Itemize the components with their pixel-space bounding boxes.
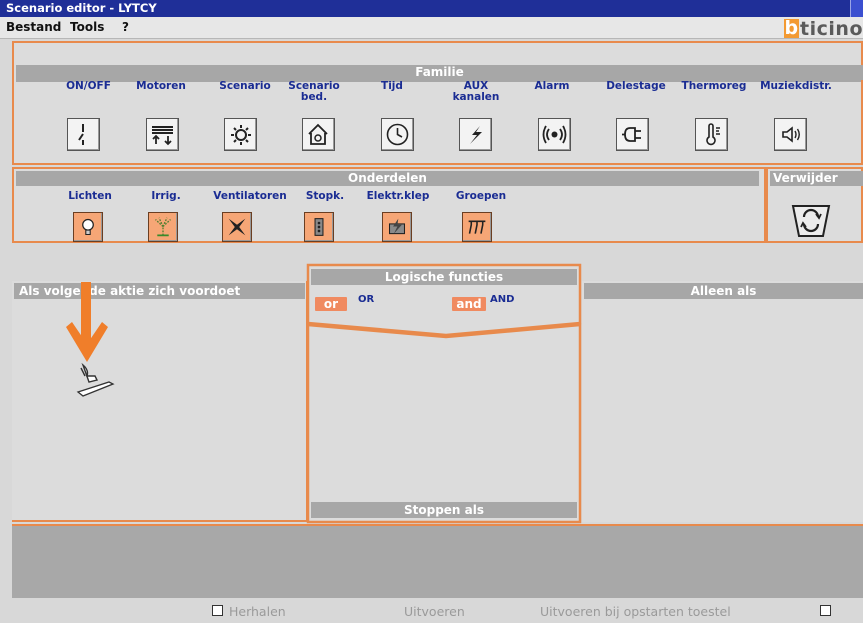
familie-label-alarm: Alarm bbox=[534, 80, 570, 92]
elektrklep-button[interactable] bbox=[382, 212, 412, 242]
trigger-header: Als volgende aktie zich voordoet bbox=[14, 283, 305, 299]
motoren-button[interactable] bbox=[146, 118, 179, 151]
alarm-button[interactable] bbox=[538, 118, 571, 151]
execute-button[interactable]: Uitvoeren bbox=[404, 604, 465, 619]
speaker-icon bbox=[782, 126, 800, 143]
or-label: OR bbox=[358, 294, 375, 305]
and-label: AND bbox=[490, 294, 515, 305]
valve-icon bbox=[388, 218, 406, 235]
title-bar: Scenario editor - LYTCY bbox=[0, 0, 863, 17]
down-arrow-icon bbox=[62, 282, 112, 372]
logic-panel bbox=[306, 263, 582, 525]
only-if-panel bbox=[582, 281, 863, 522]
lichten-button[interactable] bbox=[73, 212, 103, 242]
clock-icon bbox=[386, 123, 409, 146]
ventilatoren-button[interactable] bbox=[222, 212, 252, 242]
stop-header: Stoppen als bbox=[311, 502, 577, 518]
familie-label-motoren: Motoren bbox=[136, 80, 186, 92]
and-button[interactable]: and bbox=[452, 297, 486, 311]
plug-icon bbox=[622, 127, 641, 142]
familie-label-scenario-bed: Scenario bed. bbox=[288, 80, 340, 103]
repeat-checkbox[interactable] bbox=[212, 605, 223, 616]
delestage-button[interactable] bbox=[616, 118, 649, 151]
groepen-button[interactable] bbox=[462, 212, 492, 242]
irrig-button[interactable] bbox=[148, 212, 178, 242]
familie-header: Familie bbox=[16, 65, 863, 80]
familie-label-aux: AUX kanalen bbox=[452, 80, 500, 103]
familie-label-scenario: Scenario bbox=[219, 80, 271, 92]
menu-bestand[interactable]: Bestand bbox=[6, 20, 61, 34]
thermoreg-button[interactable] bbox=[695, 118, 728, 151]
logo-mark: b bbox=[784, 17, 800, 39]
scenario-button[interactable] bbox=[224, 118, 257, 151]
message-area bbox=[12, 524, 863, 598]
onderdelen-header: Onderdelen bbox=[16, 171, 759, 186]
familie-panel bbox=[12, 41, 863, 165]
or-button[interactable]: or bbox=[315, 297, 347, 311]
execute-on-start-label: Uitvoeren bij opstarten toestel bbox=[540, 604, 731, 619]
socket-icon bbox=[314, 218, 324, 236]
menu-bar: Bestand Tools ? b ticino bbox=[0, 17, 863, 40]
menu-help[interactable]: ? bbox=[122, 20, 129, 34]
recycle-bin-icon bbox=[791, 205, 831, 237]
familie-label-muziekdistr: Muziekdistr. bbox=[760, 80, 832, 92]
repeat-label: Herhalen bbox=[229, 604, 286, 619]
window-title: Scenario editor - LYTCY bbox=[6, 1, 157, 15]
motor-icon bbox=[152, 126, 173, 146]
aux-kanalen-button[interactable] bbox=[459, 118, 492, 151]
logic-header: Logische functies bbox=[311, 269, 577, 285]
familie-label-thermoreg: Thermoreg bbox=[681, 80, 747, 92]
onderdelen-label-stopk: Stopk. bbox=[305, 190, 345, 202]
sprinkler-icon bbox=[155, 217, 171, 237]
onderdelen-label-groepen: Groepen bbox=[455, 190, 507, 202]
trigger-drop-target[interactable] bbox=[75, 362, 115, 398]
familie-label-delestage: Delestage bbox=[606, 80, 666, 92]
onderdelen-label-irrig: Irrig. bbox=[151, 190, 181, 202]
verwijder-header: Verwijder bbox=[770, 171, 863, 186]
groups-icon bbox=[468, 220, 486, 234]
muziekdistr-button[interactable] bbox=[774, 118, 807, 151]
onderdelen-label-ventilatoren: Ventilatoren bbox=[213, 190, 287, 202]
window-control-button[interactable] bbox=[850, 0, 863, 17]
onderdelen-label-elektrklep: Elektr.klep bbox=[366, 190, 430, 202]
onderdelen-label-lichten: Lichten bbox=[68, 190, 112, 202]
thermometer-icon bbox=[706, 123, 720, 146]
alarm-icon bbox=[542, 125, 567, 144]
recycle-bin-button[interactable] bbox=[790, 204, 832, 238]
only-if-header: Alleen als bbox=[584, 283, 863, 299]
lightbulb-icon bbox=[82, 218, 94, 236]
scenario-house-icon bbox=[308, 123, 328, 145]
logo-text: ticino bbox=[800, 17, 863, 40]
menu-tools[interactable]: Tools bbox=[70, 20, 104, 34]
lightning-icon bbox=[470, 126, 482, 144]
onoff-button[interactable] bbox=[67, 118, 100, 151]
familie-label-onoff: ON/OFF bbox=[66, 80, 111, 92]
scenario-bed-button[interactable] bbox=[302, 118, 335, 151]
execute-on-start-checkbox[interactable] bbox=[820, 605, 831, 616]
hand-pointer-icon bbox=[76, 362, 115, 397]
switch-icon bbox=[78, 124, 84, 145]
trigger-panel bbox=[12, 281, 308, 522]
stopk-button[interactable] bbox=[304, 212, 334, 242]
bticino-logo: b ticino bbox=[784, 17, 863, 40]
tijd-button[interactable] bbox=[381, 118, 414, 151]
familie-label-tijd: Tijd bbox=[381, 80, 403, 92]
fan-icon bbox=[228, 218, 246, 236]
scenario-icon bbox=[231, 125, 251, 145]
